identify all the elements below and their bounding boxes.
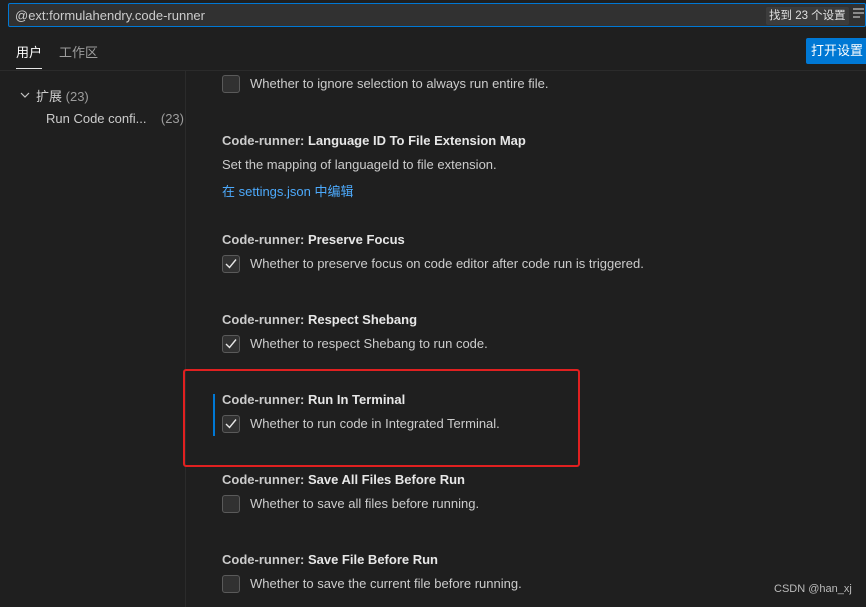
- search-result-count: 找到 23 个设置: [766, 7, 849, 25]
- setting-description: Whether to save the current file before …: [250, 576, 522, 591]
- toc-item-count: (23): [160, 111, 184, 126]
- settings-scope-tabs: 用户 工作区 打开设置: [0, 34, 866, 71]
- setting-name: Respect Shebang: [307, 312, 418, 327]
- settings-list: Whether to ignore selection to always ru…: [186, 71, 866, 607]
- setting-description: Whether to respect Shebang to run code.: [250, 336, 488, 351]
- settings-search-bar: 找到 23 个设置: [0, 0, 866, 32]
- setting-title: Code-runner: Language ID To File Extensi…: [222, 132, 842, 150]
- setting-title: Code-runner: Save File Before Run: [222, 551, 842, 569]
- tab-workspace[interactable]: 工作区: [59, 44, 98, 68]
- preserve-focus-checkbox[interactable]: [222, 255, 240, 273]
- annotation-highlight-box: [183, 369, 580, 467]
- setting-save-all-files: Code-runner: Save All Files Before Run W…: [222, 471, 842, 514]
- settings-search-input[interactable]: [8, 3, 866, 27]
- watermark: CSDN @han_xj: [774, 583, 852, 595]
- open-settings-json-button[interactable]: 打开设置: [806, 38, 866, 64]
- tab-user[interactable]: 用户: [16, 44, 43, 69]
- toc-group-count: (23): [65, 89, 89, 104]
- edit-in-settings-json-link[interactable]: 在 settings.json 中编辑: [222, 182, 842, 202]
- setting-name: Save File Before Run: [307, 552, 438, 567]
- chevron-down-icon: [20, 86, 30, 98]
- setting-respect-shebang: Code-runner: Respect Shebang Whether to …: [222, 311, 842, 354]
- settings-toc: 扩展 (23) Run Code confi... (23): [0, 71, 185, 607]
- setting-description: Whether to ignore selection to always ru…: [250, 76, 549, 91]
- respect-shebang-checkbox[interactable]: [222, 335, 240, 353]
- filter-icon[interactable]: [851, 7, 866, 23]
- toc-item-run-code-config[interactable]: Run Code confi... (23): [46, 109, 184, 129]
- check-icon: [225, 339, 237, 349]
- setting-title: Code-runner: Save All Files Before Run: [222, 471, 842, 489]
- setting-category: Code-runner:: [222, 312, 308, 327]
- setting-description: Whether to preserve focus on code editor…: [250, 256, 644, 271]
- setting-description: Set the mapping of languageId to file ex…: [222, 157, 497, 172]
- ignore-selection-checkbox[interactable]: [222, 75, 240, 93]
- setting-category: Code-runner:: [222, 232, 308, 247]
- setting-title: Code-runner: Respect Shebang: [222, 311, 842, 329]
- setting-name: Save All Files Before Run: [307, 472, 465, 487]
- setting-category: Code-runner:: [222, 472, 308, 487]
- setting-save-file: Code-runner: Save File Before Run Whethe…: [222, 551, 842, 594]
- save-all-files-checkbox[interactable]: [222, 495, 240, 513]
- save-file-checkbox[interactable]: [222, 575, 240, 593]
- setting-name: Language ID To File Extension Map: [307, 133, 526, 148]
- setting-title: Code-runner: Preserve Focus: [222, 231, 842, 249]
- setting-ignore-selection: Whether to ignore selection to always ru…: [222, 74, 842, 94]
- setting-description: Whether to save all files before running…: [250, 496, 480, 511]
- setting-category: Code-runner:: [222, 552, 308, 567]
- toc-group-extensions[interactable]: 扩展 (23): [20, 87, 89, 107]
- setting-category: Code-runner:: [222, 133, 308, 148]
- toc-item-label: Run Code confi...: [46, 111, 147, 126]
- check-icon: [225, 259, 237, 269]
- toc-group-label: 扩展: [36, 89, 63, 104]
- setting-preserve-focus: Code-runner: Preserve Focus Whether to p…: [222, 231, 842, 274]
- setting-name: Preserve Focus: [307, 232, 405, 247]
- setting-language-id-map: Code-runner: Language ID To File Extensi…: [222, 132, 842, 202]
